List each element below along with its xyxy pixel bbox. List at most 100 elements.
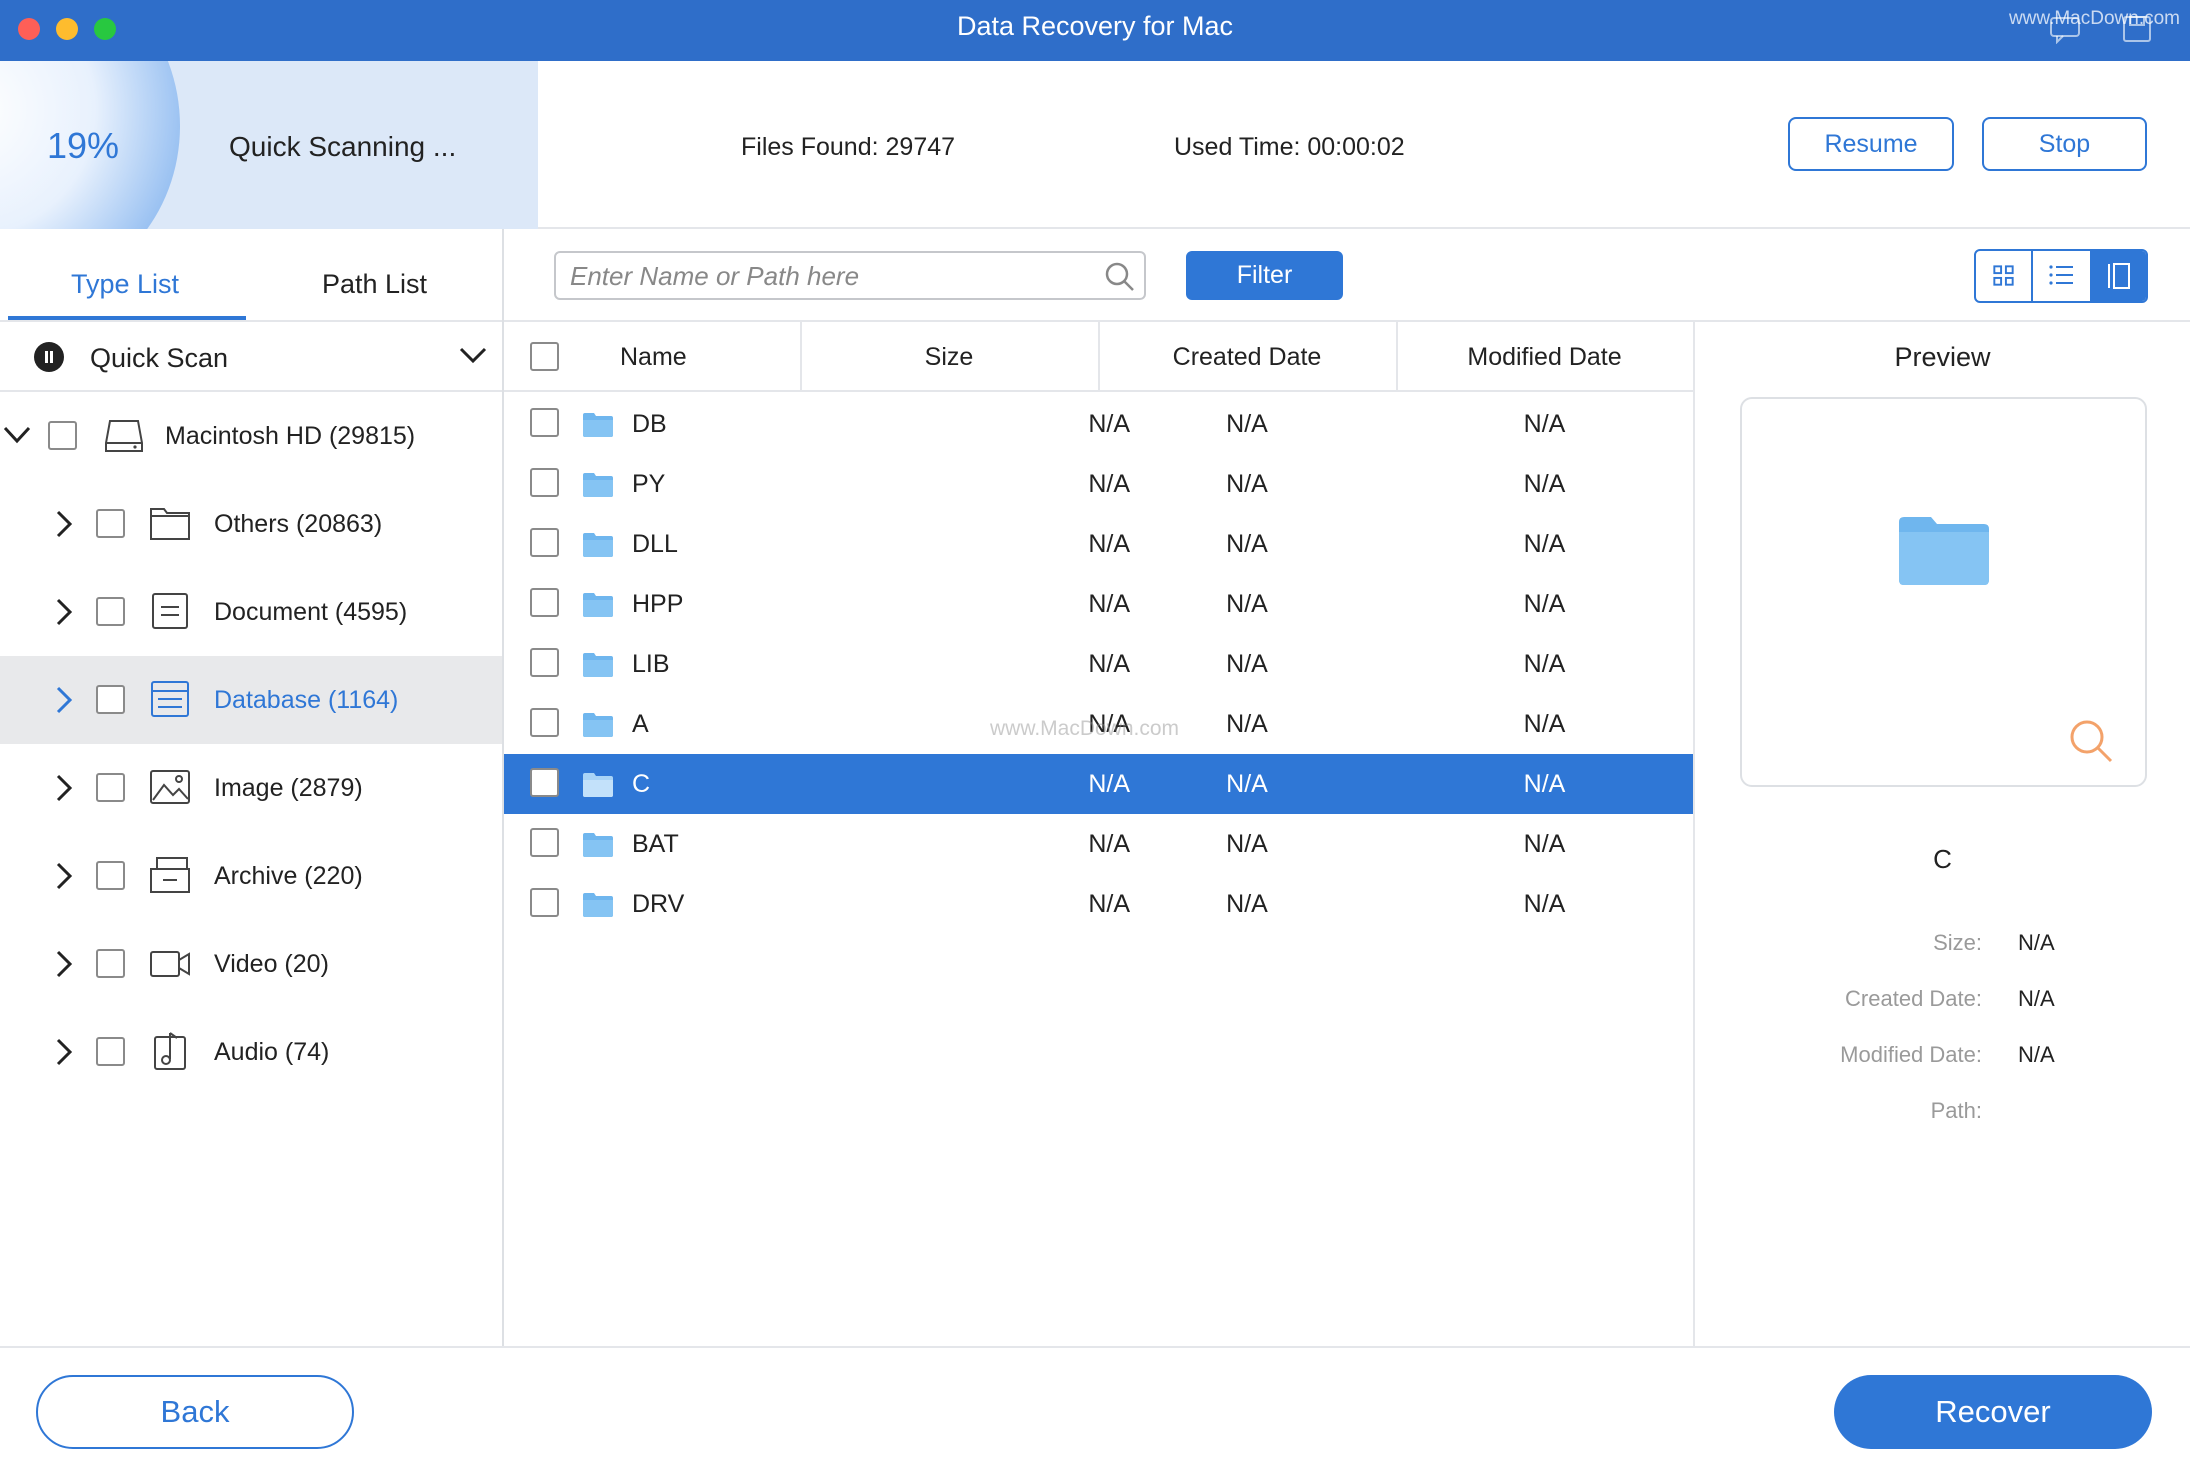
- tree-item-label: Video (20): [214, 950, 329, 978]
- audio-icon: [154, 1032, 186, 1070]
- checkbox[interactable]: [96, 949, 125, 978]
- cell-size: N/A: [1088, 410, 1130, 438]
- chevron-right-icon[interactable]: [52, 509, 76, 539]
- tab-type-list[interactable]: Type List: [71, 269, 179, 300]
- folder-icon: [583, 893, 613, 917]
- row-checkbox[interactable]: [530, 888, 559, 917]
- search-icon[interactable]: [1104, 261, 1136, 293]
- checkbox[interactable]: [96, 509, 125, 538]
- table-row[interactable]: C N/A N/A N/A: [504, 754, 1693, 814]
- chevron-right-icon[interactable]: [52, 773, 76, 803]
- search-input[interactable]: [570, 259, 1090, 293]
- progress-panel: 19% Quick Scanning ...: [0, 61, 538, 229]
- cell-created-date: N/A: [1226, 650, 1268, 678]
- chevron-right-icon[interactable]: [52, 685, 76, 715]
- scan-mode-dropdown[interactable]: Quick Scan: [0, 322, 502, 392]
- row-checkbox[interactable]: [530, 588, 559, 617]
- sidebar-tabs: Type List Path List: [0, 229, 502, 322]
- tree-item-image[interactable]: Image (2879): [0, 744, 502, 832]
- tree-item-archive[interactable]: Archive (220): [0, 832, 502, 920]
- search-box[interactable]: [554, 251, 1146, 300]
- meta-label-modified: Modified Date:: [1840, 1042, 1982, 1067]
- preview-view-icon[interactable]: [2090, 251, 2147, 301]
- column-header-size[interactable]: Size: [800, 322, 1098, 392]
- row-checkbox[interactable]: [530, 468, 559, 497]
- cell-modified-date: N/A: [1523, 650, 1566, 678]
- cell-created-date: N/A: [1226, 470, 1268, 498]
- cell-created-date: N/A: [1226, 830, 1268, 858]
- cell-created-date: N/A: [1226, 410, 1268, 438]
- tree-item-audio[interactable]: Audio (74): [0, 1008, 502, 1096]
- tree-item-label: Document (4595): [214, 598, 408, 626]
- column-header-modified-date[interactable]: Modified Date: [1396, 322, 1693, 392]
- cell-size: N/A: [1088, 890, 1130, 918]
- table-row[interactable]: LIB N/A N/A N/A: [504, 634, 1693, 694]
- column-header-name[interactable]: Name: [620, 322, 687, 392]
- select-all-checkbox[interactable]: [530, 342, 559, 371]
- table-row[interactable]: DRV N/A N/A N/A: [504, 874, 1693, 934]
- tree-item-label: Archive (220): [214, 862, 363, 890]
- tree-item-video[interactable]: Video (20): [0, 920, 502, 1008]
- stop-button[interactable]: Stop: [1982, 117, 2147, 171]
- table-row[interactable]: BAT N/A N/A N/A: [504, 814, 1693, 874]
- tab-path-list[interactable]: Path List: [322, 269, 427, 300]
- row-checkbox[interactable]: [530, 708, 559, 737]
- drive-icon: [105, 420, 143, 452]
- back-button[interactable]: Back: [36, 1375, 354, 1449]
- meta-value-created: N/A: [2018, 986, 2055, 1011]
- checkbox[interactable]: [96, 685, 125, 714]
- tree-item-database[interactable]: Database (1164): [0, 656, 502, 744]
- active-tab-indicator: [8, 316, 246, 320]
- resume-button[interactable]: Resume: [1788, 117, 1954, 171]
- cell-modified-date: N/A: [1523, 770, 1566, 798]
- table-row[interactable]: DB N/A N/A N/A: [504, 394, 1693, 454]
- meta-label-size: Size:: [1933, 930, 1982, 955]
- title-bar: Data Recovery for Mac www.MacDown.com: [0, 0, 2190, 61]
- tree-item-macintosh-hd[interactable]: Macintosh HD (29815): [0, 392, 502, 480]
- pause-icon[interactable]: [34, 342, 64, 372]
- document-icon: [152, 593, 188, 629]
- column-header-created-date[interactable]: Created Date: [1098, 322, 1396, 392]
- cell-modified-date: N/A: [1523, 410, 1566, 438]
- table-header: Name Size Created Date Modified Date: [504, 322, 1693, 392]
- row-checkbox[interactable]: [530, 648, 559, 677]
- watermark: www.MacDown.com: [2008, 8, 2180, 29]
- view-mode-switch: [1974, 249, 2148, 303]
- checkbox[interactable]: [96, 773, 125, 802]
- recover-button[interactable]: Recover: [1834, 1375, 2152, 1449]
- checkbox[interactable]: [96, 1037, 125, 1066]
- folder-icon: [583, 473, 613, 497]
- table-row[interactable]: PY N/A N/A N/A: [504, 454, 1693, 514]
- progress-percent: 19%: [47, 125, 120, 166]
- cell-size: N/A: [1088, 530, 1130, 558]
- chevron-down-icon[interactable]: [2, 423, 32, 447]
- row-checkbox[interactable]: [530, 528, 559, 557]
- preview-title: Preview: [1894, 342, 1991, 372]
- chevron-right-icon[interactable]: [52, 1037, 76, 1067]
- row-checkbox[interactable]: [530, 408, 559, 437]
- grid-view-icon[interactable]: [1976, 251, 2033, 301]
- checkbox[interactable]: [48, 421, 77, 450]
- checkbox[interactable]: [96, 597, 125, 626]
- row-checkbox[interactable]: [530, 768, 559, 797]
- cell-modified-date: N/A: [1523, 470, 1566, 498]
- meta-label-path: Path:: [1930, 1098, 1982, 1123]
- chevron-right-icon[interactable]: [52, 597, 76, 627]
- tree-item-others[interactable]: Others (20863): [0, 480, 502, 568]
- cell-created-date: N/A: [1226, 530, 1268, 558]
- tree-item-document[interactable]: Document (4595): [0, 568, 502, 656]
- chevron-right-icon[interactable]: [52, 949, 76, 979]
- list-view-icon[interactable]: [2033, 251, 2090, 301]
- cell-size: N/A: [1088, 590, 1130, 618]
- table-row[interactable]: HPP N/A N/A N/A: [504, 574, 1693, 634]
- row-checkbox[interactable]: [530, 828, 559, 857]
- checkbox[interactable]: [96, 861, 125, 890]
- table-row[interactable]: DLL N/A N/A N/A: [504, 514, 1693, 574]
- filter-button[interactable]: Filter: [1186, 251, 1343, 300]
- zoom-icon[interactable]: [2067, 717, 2115, 765]
- database-icon: [151, 681, 189, 717]
- folder-outline-icon: [150, 508, 190, 540]
- folder-icon: [583, 593, 613, 617]
- chevron-right-icon[interactable]: [52, 861, 76, 891]
- scan-status-bar: 19% Quick Scanning ... Files Found: 2974…: [0, 61, 2190, 229]
